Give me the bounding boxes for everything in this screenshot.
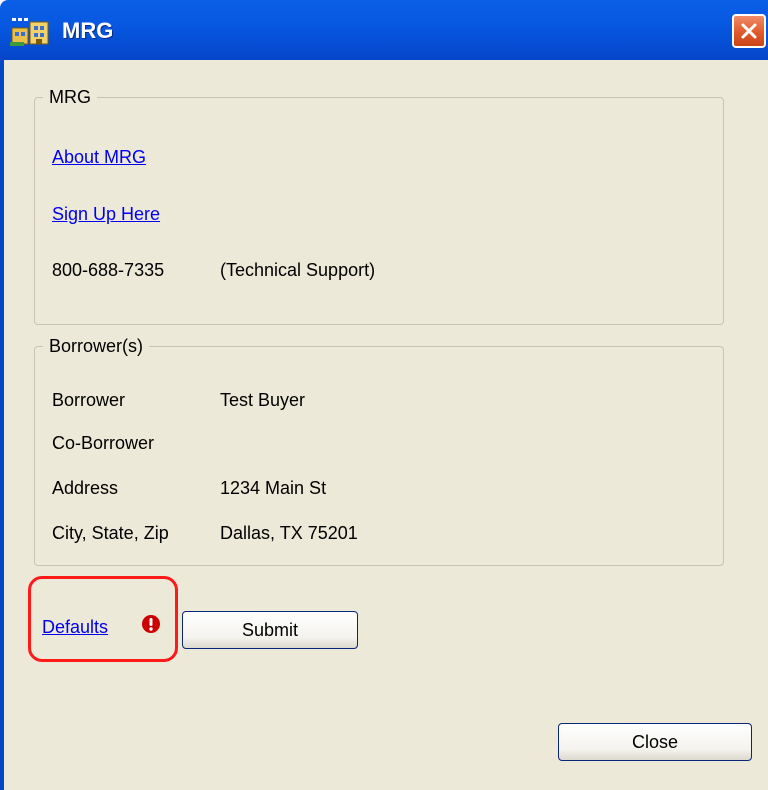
co-borrower-label: Co-Borrower bbox=[52, 433, 155, 453]
defaults-link[interactable]: Defaults bbox=[42, 617, 108, 638]
support-phone: 800-688-7335 bbox=[52, 260, 165, 280]
title-bar[interactable]: MRG bbox=[0, 0, 768, 60]
exclamation-circle-icon bbox=[142, 615, 160, 633]
app-building-icon bbox=[10, 18, 49, 46]
mrg-dialog-window: MRG MRG About MRG Sign Up Here 800-688-7… bbox=[0, 0, 768, 790]
close-button[interactable]: Close bbox=[558, 723, 752, 761]
mrg-group-legend: MRG bbox=[49, 87, 91, 107]
support-phone-note: (Technical Support) bbox=[220, 260, 376, 280]
borrower-value: Test Buyer bbox=[220, 390, 306, 410]
city-state-zip-value: Dallas, TX 75201 bbox=[220, 523, 358, 543]
borrowers-group-legend: Borrower(s) bbox=[49, 336, 144, 356]
dialog-body: MRG About MRG Sign Up Here 800-688-7335 … bbox=[0, 60, 768, 790]
window-title: MRG bbox=[62, 18, 114, 43]
borrower-label: Borrower bbox=[52, 390, 126, 410]
close-x-icon bbox=[741, 23, 757, 39]
city-state-zip-label: City, State, Zip bbox=[52, 523, 169, 543]
address-label: Address bbox=[52, 478, 119, 498]
address-value: 1234 Main St bbox=[220, 478, 327, 498]
sign-up-link[interactable]: Sign Up Here bbox=[52, 204, 160, 225]
submit-button[interactable]: Submit bbox=[182, 611, 358, 649]
about-mrg-link[interactable]: About MRG bbox=[52, 147, 146, 168]
window-close-button[interactable] bbox=[732, 14, 766, 48]
